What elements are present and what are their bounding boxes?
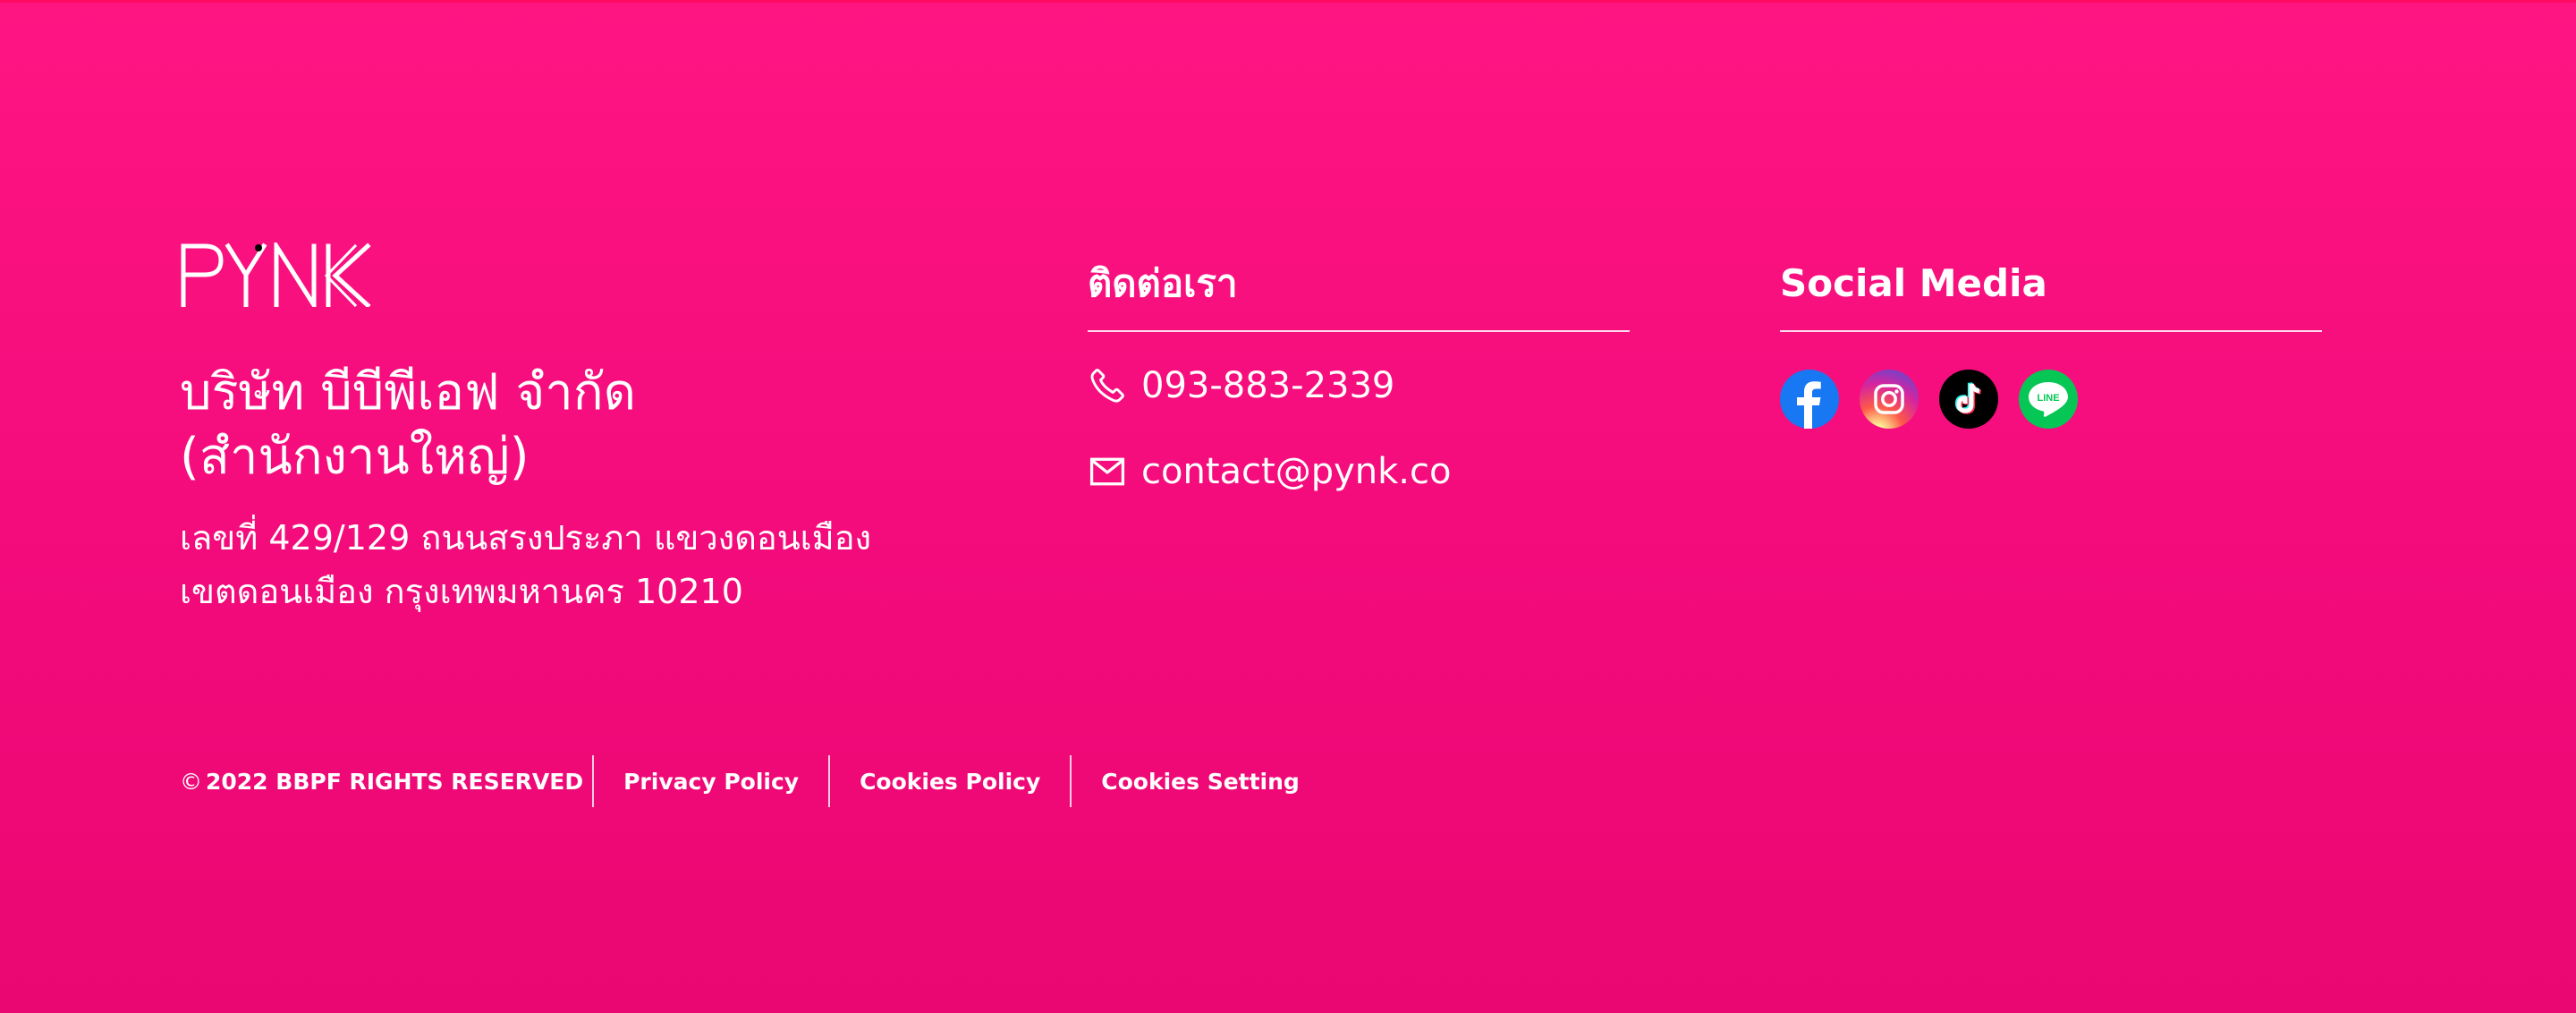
contact-section: ติดต่อเรา 093-883-2339 contact@pynk.co	[1088, 251, 1630, 498]
phone-number: 093-883-2339	[1141, 365, 1395, 406]
email-address: contact@pynk.co	[1141, 451, 1452, 492]
mail-icon	[1089, 457, 1125, 486]
company-name-line1: บริษัท บีบีพีเอฟ จำกัด	[180, 363, 637, 421]
privacy-policy-link[interactable]: Privacy Policy	[594, 769, 828, 795]
company-name: บริษัท บีบีพีเอฟ จำกัด (สำนักงานใหญ่)	[180, 361, 985, 489]
social-heading: Social Media	[1780, 251, 2322, 332]
facebook-icon[interactable]	[1780, 370, 1839, 429]
tiktok-icon[interactable]	[1939, 370, 1998, 429]
instagram-icon[interactable]	[1860, 370, 1919, 429]
social-icons: LINE	[1780, 370, 2322, 429]
line-badge-text: LINE	[2037, 393, 2059, 404]
line-icon[interactable]: LINE	[2019, 370, 2078, 429]
cookies-setting-link[interactable]: Cookies Setting	[1072, 769, 1329, 795]
pynk-logo[interactable]	[180, 243, 371, 307]
copyright-symbol: ©	[180, 768, 202, 795]
site-footer: บริษัท บีบีพีเอฟ จำกัด (สำนักงานใหญ่) เล…	[0, 0, 2576, 1013]
copyright-text: 2022 BBPF RIGHTS RESERVED	[206, 768, 584, 795]
legal-bar: © 2022 BBPF RIGHTS RESERVED Privacy Polic…	[180, 754, 1329, 808]
social-section: Social Media LINE	[1780, 251, 2322, 429]
address-line1: เลขที่ 429/129 ถนนสรงประภา แขวงดอนเมือง	[180, 518, 872, 558]
phone-link[interactable]: 093-883-2339	[1088, 359, 1630, 413]
company-name-line2: (สำนักงานใหญ่)	[180, 428, 530, 486]
phone-icon	[1090, 369, 1124, 403]
company-address: เลขที่ 429/129 ถนนสรงประภา แขวงดอนเมือง …	[180, 511, 1074, 618]
address-line2: เขตดอนเมือง กรุงเทพมหานคร 10210	[180, 572, 743, 611]
copyright: © 2022 BBPF RIGHTS RESERVED	[180, 769, 592, 795]
email-link[interactable]: contact@pynk.co	[1088, 445, 1630, 498]
cookies-policy-link[interactable]: Cookies Policy	[830, 769, 1070, 795]
contact-heading: ติดต่อเรา	[1088, 251, 1630, 332]
